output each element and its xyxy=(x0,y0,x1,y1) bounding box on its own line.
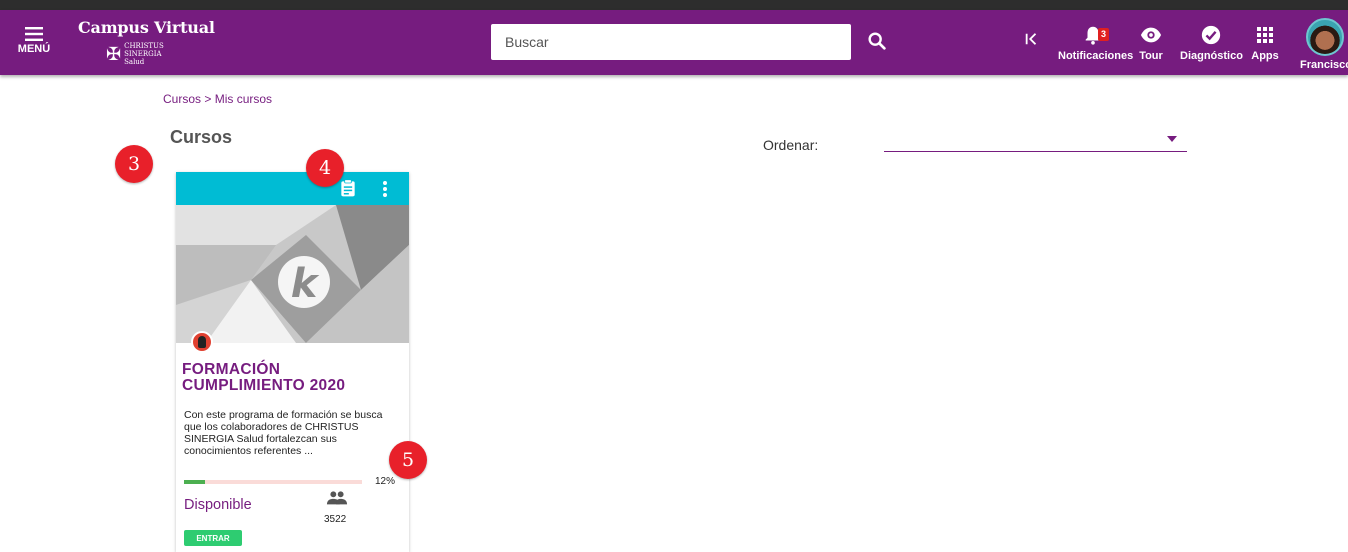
instructor-avatar xyxy=(191,331,213,353)
apps-button[interactable]: Apps xyxy=(1250,24,1280,62)
course-title[interactable]: FORMACIÓN CUMPLIMIENTO 2020 xyxy=(182,362,402,394)
breadcrumb-cursos[interactable]: Cursos xyxy=(163,92,201,106)
breadcrumb: Cursos > Mis cursos xyxy=(163,92,272,106)
avatar xyxy=(1306,18,1344,56)
diagnostic-button[interactable]: Diagnóstico xyxy=(1180,24,1243,62)
enter-button[interactable]: ENTRAR xyxy=(184,530,242,546)
campus-logo[interactable]: Campus Virtual ✠ CHRISTUS SINERGIA Salud xyxy=(78,18,215,70)
search-icon xyxy=(868,32,886,50)
brand-subtitle: ✠ CHRISTUS SINERGIA Salud xyxy=(106,42,164,66)
user-label: Francisco xyxy=(1300,59,1348,71)
tour-button[interactable]: Tour xyxy=(1136,24,1166,62)
collapse-button[interactable] xyxy=(1022,30,1040,53)
annotation-marker-5: 5 xyxy=(389,441,427,479)
apps-label: Apps xyxy=(1251,50,1279,62)
search-box xyxy=(491,24,851,60)
browser-top-strip xyxy=(0,0,1348,10)
notifications-label: Notificaciones xyxy=(1058,50,1134,62)
sort-label: Ordenar: xyxy=(763,137,819,153)
page-title: Cursos xyxy=(170,127,233,147)
course-card-header xyxy=(176,172,409,205)
notifications-badge: 3 xyxy=(1098,28,1109,41)
diagnostic-label: Diagnóstico xyxy=(1180,50,1243,62)
breadcrumb-separator: > xyxy=(201,92,215,106)
brand-title: Campus Virtual xyxy=(78,18,215,37)
svg-text:k: k xyxy=(291,261,320,307)
clipboard-icon[interactable] xyxy=(338,178,358,198)
sort-select[interactable] xyxy=(884,132,1187,152)
search-button[interactable] xyxy=(866,30,888,57)
progress-fill xyxy=(184,480,206,484)
course-description: Con este programa de formación se busca … xyxy=(184,409,383,457)
course-image[interactable]: k xyxy=(176,205,409,343)
course-status: Disponible xyxy=(184,497,252,513)
first-page-icon xyxy=(1025,33,1037,45)
user-menu[interactable]: Francisco xyxy=(1300,18,1348,71)
course-card: k FORMACIÓN CUMPLIMIENTO 2020 Con este p… xyxy=(176,172,409,552)
participants-count: 3522 xyxy=(324,514,347,525)
top-navbar: MENÚ Campus Virtual ✠ CHRISTUS SINERGIA … xyxy=(0,10,1348,75)
menu-label: MENÚ xyxy=(17,43,51,55)
menu-button[interactable]: MENÚ xyxy=(14,26,54,62)
hamburger-icon xyxy=(25,27,43,41)
annotation-marker-3: 3 xyxy=(115,145,153,183)
course-progress-bar xyxy=(184,480,362,484)
more-vert-icon[interactable] xyxy=(381,180,389,198)
eye-icon xyxy=(1140,27,1162,43)
annotation-marker-4: 4 xyxy=(306,149,344,187)
search-input[interactable] xyxy=(491,24,851,60)
notifications-button[interactable]: 3 Notificaciones xyxy=(1058,24,1134,62)
breadcrumb-mis-cursos[interactable]: Mis cursos xyxy=(215,92,272,106)
tour-label: Tour xyxy=(1139,50,1163,62)
check-circle-icon xyxy=(1201,25,1221,45)
progress-percent: 12% xyxy=(375,476,396,487)
people-icon xyxy=(326,491,348,505)
cross-icon: ✠ xyxy=(106,44,122,64)
apps-grid-icon xyxy=(1257,27,1273,43)
dropdown-caret-icon xyxy=(1167,136,1177,142)
